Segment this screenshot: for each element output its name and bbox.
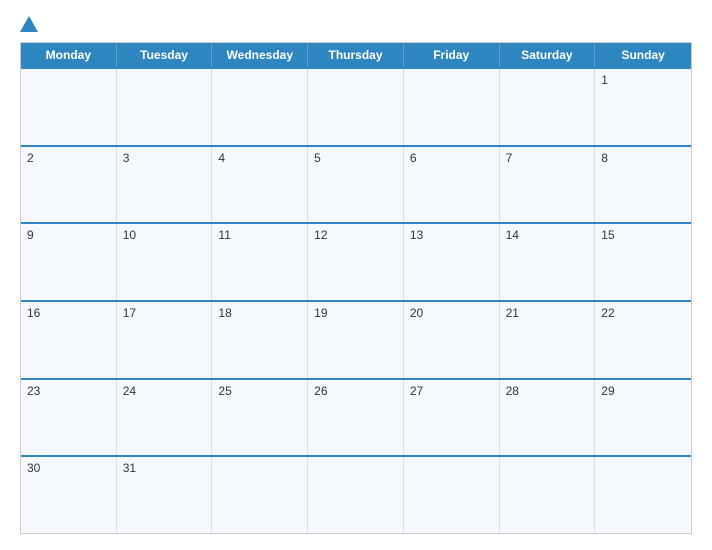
logo-blue-row	[20, 16, 40, 32]
calendar-cell: 1	[595, 69, 691, 145]
day-number: 31	[123, 461, 206, 475]
calendar-week-6: 30 31	[21, 455, 691, 533]
day-number: 2	[27, 151, 110, 165]
calendar-cell: 17	[117, 302, 213, 378]
calendar-cell: 20	[404, 302, 500, 378]
calendar-page: MondayTuesdayWednesdayThursdayFridaySatu…	[0, 0, 712, 550]
calendar-week-5: 23 24 25 26 27 28 29	[21, 378, 691, 456]
calendar-cell: 13	[404, 224, 500, 300]
calendar-cell	[308, 457, 404, 533]
calendar-cell: 24	[117, 380, 213, 456]
day-number: 5	[314, 151, 397, 165]
day-number: 24	[123, 384, 206, 398]
day-number: 16	[27, 306, 110, 320]
calendar-cell	[404, 457, 500, 533]
calendar-cell: 9	[21, 224, 117, 300]
day-number: 19	[314, 306, 397, 320]
day-number: 28	[506, 384, 589, 398]
day-number: 8	[601, 151, 685, 165]
calendar-cell: 27	[404, 380, 500, 456]
calendar-cell: 31	[117, 457, 213, 533]
calendar-grid: MondayTuesdayWednesdayThursdayFridaySatu…	[20, 42, 692, 534]
header	[20, 16, 692, 32]
calendar-week-4: 16 17 18 19 20 21 22	[21, 300, 691, 378]
calendar-cell: 8	[595, 147, 691, 223]
calendar-cell: 21	[500, 302, 596, 378]
calendar-cell: 22	[595, 302, 691, 378]
day-number: 6	[410, 151, 493, 165]
day-number: 20	[410, 306, 493, 320]
day-number: 15	[601, 228, 685, 242]
logo	[20, 16, 40, 32]
calendar-header-row: MondayTuesdayWednesdayThursdayFridaySatu…	[21, 43, 691, 67]
weekday-header-thursday: Thursday	[308, 43, 404, 67]
weekday-header-saturday: Saturday	[500, 43, 596, 67]
calendar-cell: 16	[21, 302, 117, 378]
calendar-cell: 18	[212, 302, 308, 378]
calendar-week-1: 1	[21, 67, 691, 145]
calendar-week-3: 9 10 11 12 13 14 15	[21, 222, 691, 300]
logo-triangle-icon	[20, 16, 38, 32]
day-number: 21	[506, 306, 589, 320]
calendar-cell: 10	[117, 224, 213, 300]
day-number: 14	[506, 228, 589, 242]
calendar-week-2: 2345678	[21, 145, 691, 223]
day-number: 30	[27, 461, 110, 475]
day-number: 12	[314, 228, 397, 242]
calendar-cell: 23	[21, 380, 117, 456]
calendar-cell	[500, 69, 596, 145]
weekday-header-sunday: Sunday	[595, 43, 691, 67]
calendar-cell: 5	[308, 147, 404, 223]
day-number: 25	[218, 384, 301, 398]
day-number: 18	[218, 306, 301, 320]
day-number: 11	[218, 228, 301, 242]
day-number: 4	[218, 151, 301, 165]
calendar-cell: 12	[308, 224, 404, 300]
day-number: 9	[27, 228, 110, 242]
calendar-cell	[21, 69, 117, 145]
calendar-cell: 29	[595, 380, 691, 456]
day-number: 1	[601, 73, 685, 87]
calendar-cell: 6	[404, 147, 500, 223]
day-number: 3	[123, 151, 206, 165]
calendar-cell	[404, 69, 500, 145]
calendar-cell	[500, 457, 596, 533]
calendar-cell: 30	[21, 457, 117, 533]
calendar-cell	[212, 457, 308, 533]
day-number: 10	[123, 228, 206, 242]
calendar-cell: 19	[308, 302, 404, 378]
calendar-cell	[595, 457, 691, 533]
day-number: 22	[601, 306, 685, 320]
calendar-body: 1234567891011121314151617181920212223242…	[21, 67, 691, 533]
calendar-cell	[212, 69, 308, 145]
weekday-header-tuesday: Tuesday	[117, 43, 213, 67]
calendar-cell: 7	[500, 147, 596, 223]
calendar-cell: 26	[308, 380, 404, 456]
day-number: 7	[506, 151, 589, 165]
calendar-cell	[117, 69, 213, 145]
weekday-header-friday: Friday	[404, 43, 500, 67]
day-number: 13	[410, 228, 493, 242]
calendar-cell	[308, 69, 404, 145]
weekday-header-wednesday: Wednesday	[212, 43, 308, 67]
calendar-cell: 4	[212, 147, 308, 223]
calendar-cell: 15	[595, 224, 691, 300]
day-number: 27	[410, 384, 493, 398]
calendar-cell: 2	[21, 147, 117, 223]
day-number: 17	[123, 306, 206, 320]
calendar-cell: 3	[117, 147, 213, 223]
calendar-cell: 11	[212, 224, 308, 300]
calendar-cell: 28	[500, 380, 596, 456]
calendar-cell: 25	[212, 380, 308, 456]
calendar-cell: 14	[500, 224, 596, 300]
day-number: 23	[27, 384, 110, 398]
weekday-header-monday: Monday	[21, 43, 117, 67]
day-number: 26	[314, 384, 397, 398]
day-number: 29	[601, 384, 685, 398]
